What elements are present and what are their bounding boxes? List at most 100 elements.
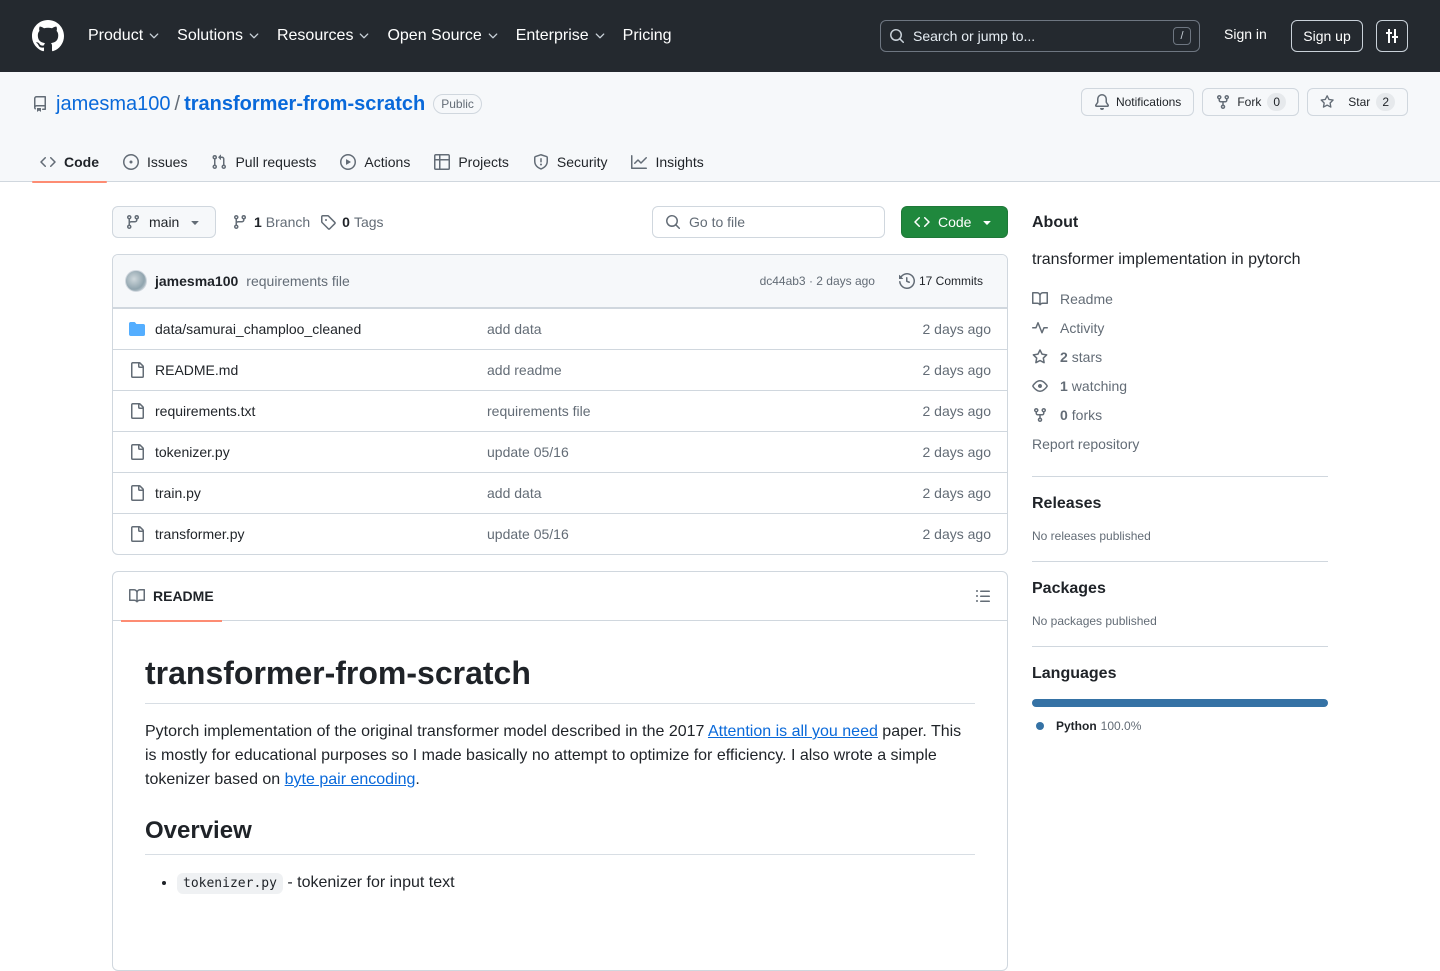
file-browser: jamesma100 requirements file dc44ab3 · 2… — [112, 254, 1008, 555]
readme-header: README — [113, 572, 1007, 622]
packages-section: Packages No packages published — [1032, 580, 1328, 647]
file-name-link[interactable]: README.md — [155, 362, 487, 378]
chevron-down-icon — [360, 33, 369, 39]
releases-title[interactable]: Releases — [1032, 495, 1328, 513]
tab-insights[interactable]: Insights — [623, 142, 711, 182]
branch-icon — [126, 215, 139, 230]
issue-icon — [123, 154, 139, 170]
avatar[interactable] — [125, 270, 147, 292]
sign-up-button[interactable]: Sign up — [1291, 20, 1363, 52]
nav-solutions[interactable]: Solutions — [177, 20, 261, 52]
file-row[interactable]: transformer.py update 05/16 2 days ago — [113, 513, 1007, 554]
tab-code[interactable]: Code — [32, 142, 107, 183]
repo-icon — [34, 96, 46, 112]
attention-paper-link[interactable]: Attention is all you need — [708, 723, 878, 740]
releases-section: Releases No releases published — [1032, 495, 1328, 562]
go-to-file-input[interactable]: Go to file — [652, 206, 885, 238]
watching-link[interactable]: 1 watching — [1032, 371, 1328, 400]
readme-tab[interactable]: README — [121, 572, 222, 622]
about-description: transformer implementation in pytorch — [1032, 251, 1301, 268]
releases-empty-text: No releases published — [1032, 529, 1151, 543]
language-bar — [1032, 699, 1328, 707]
tab-security[interactable]: Security — [525, 142, 616, 182]
tab-pull-requests[interactable]: Pull requests — [203, 142, 324, 182]
branch-selector[interactable]: main — [112, 206, 216, 238]
repo-title: jamesma100 / transformer-from-scratch Pu… — [32, 92, 482, 116]
list-outline-icon[interactable] — [975, 588, 991, 604]
tab-actions[interactable]: Actions — [332, 142, 418, 182]
packages-title[interactable]: Packages — [1032, 580, 1328, 598]
list-item: tokenizer.py - tokenizer for input text — [177, 871, 975, 896]
readme-list: tokenizer.py - tokenizer for input text — [145, 871, 975, 896]
file-row[interactable]: data/samurai_champloo_cleaned add data 2… — [113, 308, 1007, 349]
tags-link[interactable]: 0 Tags — [320, 214, 384, 230]
file-date: 2 days ago — [922, 526, 992, 542]
report-repository-link[interactable]: Report repository — [1032, 429, 1328, 458]
sign-in-link[interactable]: Sign in — [1224, 26, 1267, 42]
file-commit-message[interactable]: add readme — [487, 362, 923, 378]
commit-author-link[interactable]: jamesma100 — [155, 273, 238, 289]
file-name-link[interactable]: train.py — [155, 485, 487, 501]
repo-owner-link[interactable]: jamesma100 — [56, 93, 171, 116]
nav-product[interactable]: Product — [88, 20, 161, 52]
global-search-input[interactable]: Search or jump to... / — [880, 20, 1200, 52]
nav-pricing[interactable]: Pricing — [623, 20, 672, 52]
graph-icon — [631, 155, 648, 169]
stars-link[interactable]: 2 stars — [1032, 342, 1328, 371]
file-commit-message[interactable]: requirements file — [487, 403, 923, 419]
fork-button[interactable]: Fork 0 — [1202, 88, 1299, 116]
latest-commit-bar: jamesma100 requirements file dc44ab3 · 2… — [113, 255, 1007, 308]
nav-resources[interactable]: Resources — [277, 20, 371, 52]
language-color-dot — [1036, 722, 1044, 730]
file-commit-message[interactable]: update 05/16 — [487, 444, 923, 460]
chevron-down-icon — [149, 33, 159, 39]
file-name-link[interactable]: data/samurai_champloo_cleaned — [155, 321, 487, 337]
fork-icon — [1034, 407, 1046, 422]
pulse-icon — [1032, 321, 1048, 333]
caret-down-icon — [191, 221, 199, 225]
commit-history-link[interactable]: 17 Commits — [891, 273, 991, 289]
code-dropdown-button[interactable]: Code — [901, 206, 1008, 238]
branch-icon — [233, 215, 246, 230]
language-item[interactable]: Python 100.0% — [1032, 719, 1328, 733]
file-name-link[interactable]: requirements.txt — [155, 403, 487, 419]
repo-header: jamesma100 / transformer-from-scratch Pu… — [0, 72, 1440, 183]
file-commit-message[interactable]: add data — [487, 485, 923, 501]
eye-icon — [1032, 379, 1048, 392]
search-shortcut-key: / — [1173, 27, 1191, 45]
nav-enterprise[interactable]: Enterprise — [516, 20, 607, 52]
tab-issues[interactable]: Issues — [115, 142, 195, 182]
repo-path-separator: / — [174, 92, 181, 115]
activity-link[interactable]: Activity — [1032, 313, 1328, 342]
notifications-button[interactable]: Notifications — [1080, 88, 1195, 116]
forks-link[interactable]: 0 forks — [1032, 400, 1328, 429]
commit-hash-date[interactable]: dc44ab3 · 2 days ago — [760, 274, 875, 288]
github-logo-icon[interactable] — [32, 20, 64, 52]
nav-open-source[interactable]: Open Source — [387, 20, 499, 52]
tab-projects[interactable]: Projects — [426, 142, 517, 182]
visibility-badge: Public — [433, 94, 482, 114]
file-commit-message[interactable]: update 05/16 — [487, 526, 923, 542]
readme-link[interactable]: Readme — [1032, 284, 1328, 313]
bpe-link[interactable]: byte pair encoding — [285, 771, 416, 788]
file-row[interactable]: requirements.txt requirements file 2 day… — [113, 390, 1007, 431]
repo-name-link[interactable]: transformer-from-scratch — [184, 93, 425, 116]
file-name-link[interactable]: tokenizer.py — [155, 444, 487, 460]
bell-icon — [1094, 94, 1109, 110]
fork-count: 0 — [1267, 93, 1286, 111]
file-row[interactable]: README.md add readme 2 days ago — [113, 349, 1007, 390]
readme-overview-heading: Overview — [145, 816, 975, 855]
go-to-file-placeholder: Go to file — [689, 214, 746, 230]
file-row[interactable]: tokenizer.py update 05/16 2 days ago — [113, 431, 1007, 472]
file-date: 2 days ago — [922, 403, 992, 419]
file-row[interactable]: train.py add data 2 days ago — [113, 472, 1007, 513]
file-commit-message[interactable]: add data — [487, 321, 923, 337]
menu-button[interactable] — [1376, 20, 1408, 52]
repo-nav: Code Issues Pull requests Actions Projec… — [32, 142, 720, 183]
file-date: 2 days ago — [922, 485, 992, 501]
file-name-link[interactable]: transformer.py — [155, 526, 487, 542]
branches-link[interactable]: 1 Branch — [232, 214, 310, 230]
star-button[interactable]: Star 2 — [1307, 88, 1408, 116]
star-count: 2 — [1376, 93, 1395, 111]
commit-message-link[interactable]: requirements file — [246, 273, 350, 289]
